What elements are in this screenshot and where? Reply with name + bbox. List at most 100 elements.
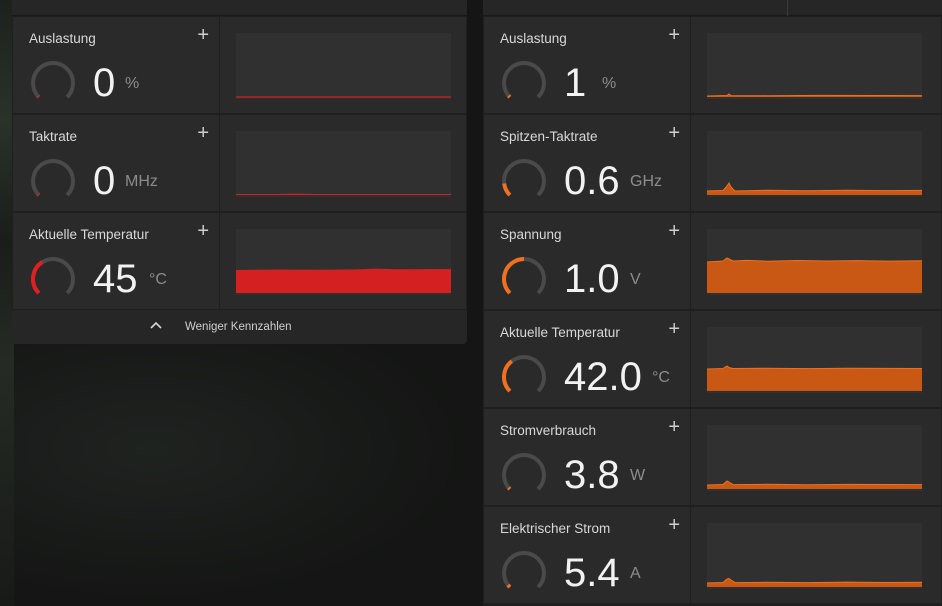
gauge-fill [36, 94, 41, 99]
metric-history-card [220, 213, 466, 309]
gauge-ring [502, 159, 546, 197]
gauge-ring [31, 61, 75, 99]
gauge-track [31, 159, 75, 197]
gauge-ring [31, 257, 75, 295]
gauge-fill [502, 183, 512, 197]
gauge-ring [502, 61, 546, 99]
metric-value: 42.0 [564, 355, 642, 399]
plus-icon[interactable]: + [668, 515, 680, 535]
metric-row-right-0: Auslastung + 1 % [483, 17, 942, 113]
metric-history-card [220, 115, 466, 211]
metric-value: 45 [93, 257, 138, 301]
plus-icon[interactable]: + [668, 25, 680, 45]
metric-unit: A [630, 565, 641, 582]
metric-title: Stromverbrauch [500, 423, 597, 438]
metric-title: Auslastung [500, 31, 567, 46]
metric-card: Stromverbrauch + 3.8 W [484, 409, 690, 505]
metric-card: Auslastung + 0 % [13, 17, 219, 113]
metric-unit: MHz [125, 173, 158, 190]
history-graph [707, 229, 922, 295]
history-graph [707, 425, 922, 491]
metric-title: Auslastung [29, 31, 96, 46]
metric-history-card [691, 17, 941, 113]
metric-history-card [691, 115, 941, 211]
metric-card: Aktuelle Temperatur + 42.0 °C [484, 311, 690, 407]
plus-icon[interactable]: + [668, 319, 680, 339]
gauge-ring [502, 551, 546, 589]
background-shade [14, 344, 474, 606]
history-graph [707, 33, 922, 99]
gauge-fill [502, 359, 514, 393]
history-graph [707, 131, 922, 197]
metric-unit: W [630, 467, 646, 484]
metric-card: Aktuelle Temperatur + 45 °C [13, 213, 219, 309]
left-metrics-panel: Auslastung + 0 % Taktrate + 0 MHz Aktuel… [12, 0, 467, 344]
gauge-ring [502, 257, 546, 295]
metric-value: 1 [564, 61, 587, 105]
metric-row-right-4: Stromverbrauch + 3.8 W [483, 409, 942, 505]
metric-row-right-5: Elektrischer Strom + 5.4 A [483, 507, 942, 603]
metric-row-left-0: Auslastung + 0 % [12, 17, 467, 113]
gauge-fill [502, 257, 525, 295]
metric-value: 0.6 [564, 159, 620, 203]
metric-unit: °C [149, 271, 167, 288]
plus-icon[interactable]: + [197, 123, 209, 143]
metric-unit: % [125, 75, 140, 92]
metric-history-card [691, 507, 941, 603]
plus-icon[interactable]: + [668, 221, 680, 241]
less-metrics-label: Weniger Kennzahlen [185, 321, 292, 333]
metric-row-right-3: Aktuelle Temperatur + 42.0 °C [483, 311, 942, 407]
history-graph [236, 131, 451, 197]
plus-icon[interactable]: + [197, 25, 209, 45]
metric-value: 3.8 [564, 453, 620, 497]
metric-value: 1.0 [564, 257, 620, 301]
metric-history-card [691, 311, 941, 407]
metric-row-left-2: Aktuelle Temperatur + 45 °C [12, 213, 467, 309]
history-graph [707, 327, 922, 393]
metric-unit: GHz [630, 173, 662, 190]
metric-unit: % [602, 75, 617, 92]
gauge-track [502, 551, 546, 589]
metric-card: Spannung + 1.0 V [484, 213, 690, 309]
gauge-ring [31, 159, 75, 197]
metric-unit: V [630, 271, 641, 288]
metric-card: Auslastung + 1 % [484, 17, 690, 113]
metric-title: Elektrischer Strom [500, 521, 611, 536]
plus-icon[interactable]: + [197, 221, 209, 241]
metric-value: 0 [93, 61, 116, 105]
metric-history-card [220, 17, 466, 113]
metric-value: 0 [93, 159, 116, 203]
history-graph [236, 229, 451, 295]
less-metrics-toggle[interactable]: Weniger Kennzahlen [12, 310, 467, 344]
panel-header-strip [12, 0, 467, 16]
header-divider [787, 0, 788, 16]
gauge-fill [507, 94, 512, 99]
metric-card: Taktrate + 0 MHz [13, 115, 219, 211]
chevron-up-icon [150, 321, 162, 329]
metric-title: Spannung [500, 227, 562, 242]
metric-card: Spitzen-Taktrate + 0.6 GHz [484, 115, 690, 211]
plus-icon[interactable]: + [668, 417, 680, 437]
metric-history-card [691, 409, 941, 505]
gauge-ring [502, 453, 546, 491]
gauge-track [502, 159, 546, 197]
gauge-track [502, 61, 546, 99]
metric-value: 5.4 [564, 551, 620, 595]
gauge-fill [36, 192, 41, 197]
metric-unit: °C [652, 369, 670, 386]
history-graph [707, 523, 922, 589]
right-metrics-panel: Auslastung + 1 % Spitzen-Taktrate + 0.6 [483, 0, 942, 606]
metric-row-left-1: Taktrate + 0 MHz [12, 115, 467, 211]
plus-icon[interactable]: + [668, 123, 680, 143]
history-graph [236, 33, 451, 99]
panel-header-strip [483, 0, 942, 16]
gauge-fill [31, 260, 44, 295]
metric-title: Aktuelle Temperatur [29, 227, 149, 242]
gauge-fill [506, 583, 512, 589]
metric-title: Aktuelle Temperatur [500, 325, 620, 340]
metric-title: Taktrate [29, 129, 78, 144]
gauge-ring [502, 355, 546, 393]
metric-history-card [691, 213, 941, 309]
metric-title: Spitzen-Taktrate [500, 129, 598, 144]
gauge-track [502, 453, 546, 491]
